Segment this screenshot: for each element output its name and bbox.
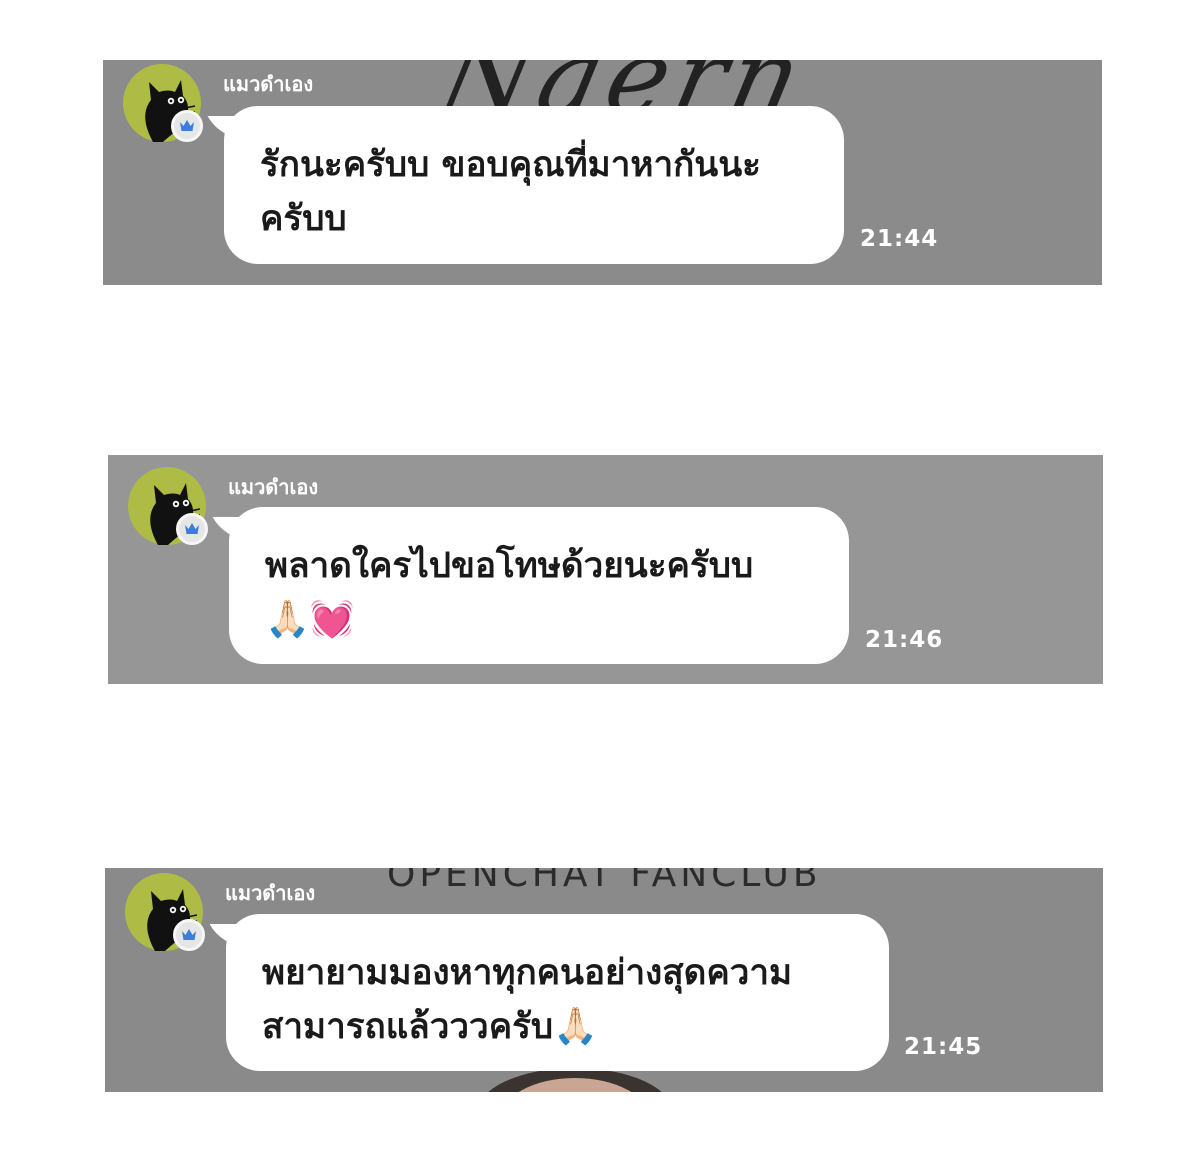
crown-icon [182,929,196,940]
message-text-line-2: สามารถแล้วววครับ🙏🏻 [262,1000,861,1054]
background-photo [477,1068,673,1092]
message-text: สามารถแล้ววว [262,1007,489,1047]
message-bubble[interactable]: รักนะครับบ ขอบคุณที่มาหากันนะ ครับบ [224,106,844,264]
message-emoji: 🙏🏻💓 [265,599,355,640]
crown-badge [171,110,203,142]
avatar[interactable] [125,873,205,951]
crown-badge [176,513,208,545]
crown-badge [173,919,205,951]
sender-name: แมวดำเอง [228,475,319,499]
background-image-text: OPENCHAT FANCLUB [387,868,822,895]
message-timestamp: 21:44 [860,226,939,252]
message-text-line: พลาดใครไปขอโทษด้วยนะครับบ [265,546,754,586]
sender-name: แมวดำเอง [223,72,314,96]
message-text: ครับ [488,1007,554,1047]
chat-message-panel: OPENCHAT FANCLUB แมวดำเอง พยายามมองหาทุก… [105,868,1103,1092]
crown-icon [180,120,194,131]
avatar[interactable] [123,64,203,142]
avatar[interactable] [128,467,208,545]
crown-icon [185,523,199,534]
message-timestamp: 21:45 [904,1034,983,1060]
message-bubble[interactable]: พลาดใครไปขอโทษด้วยนะครับบ 🙏🏻💓 [229,507,849,664]
sender-name: แมวดำเอง [225,881,316,905]
chat-message-panel: Naern แมวดำเอง รักนะครับบ ขอบคุณที่มาหาก… [103,60,1102,285]
message-text-line: พยายามมองหาทุกคนอย่างสุดความ [262,953,793,993]
message-bubble[interactable]: พยายามมองหาทุกคนอย่างสุดความ สามารถแล้วว… [226,914,889,1071]
praying-hands-emoji: 🙏🏻 [553,1006,598,1047]
message-text-line: รักนะครับบ ขอบคุณที่มาหากันนะ [260,145,761,185]
message-text-line: ครับบ [260,199,347,239]
chat-message-panel: แมวดำเอง พลาดใครไปขอโทษด้วยนะครับบ 🙏🏻💓 2… [108,455,1103,684]
message-timestamp: 21:46 [865,627,944,653]
